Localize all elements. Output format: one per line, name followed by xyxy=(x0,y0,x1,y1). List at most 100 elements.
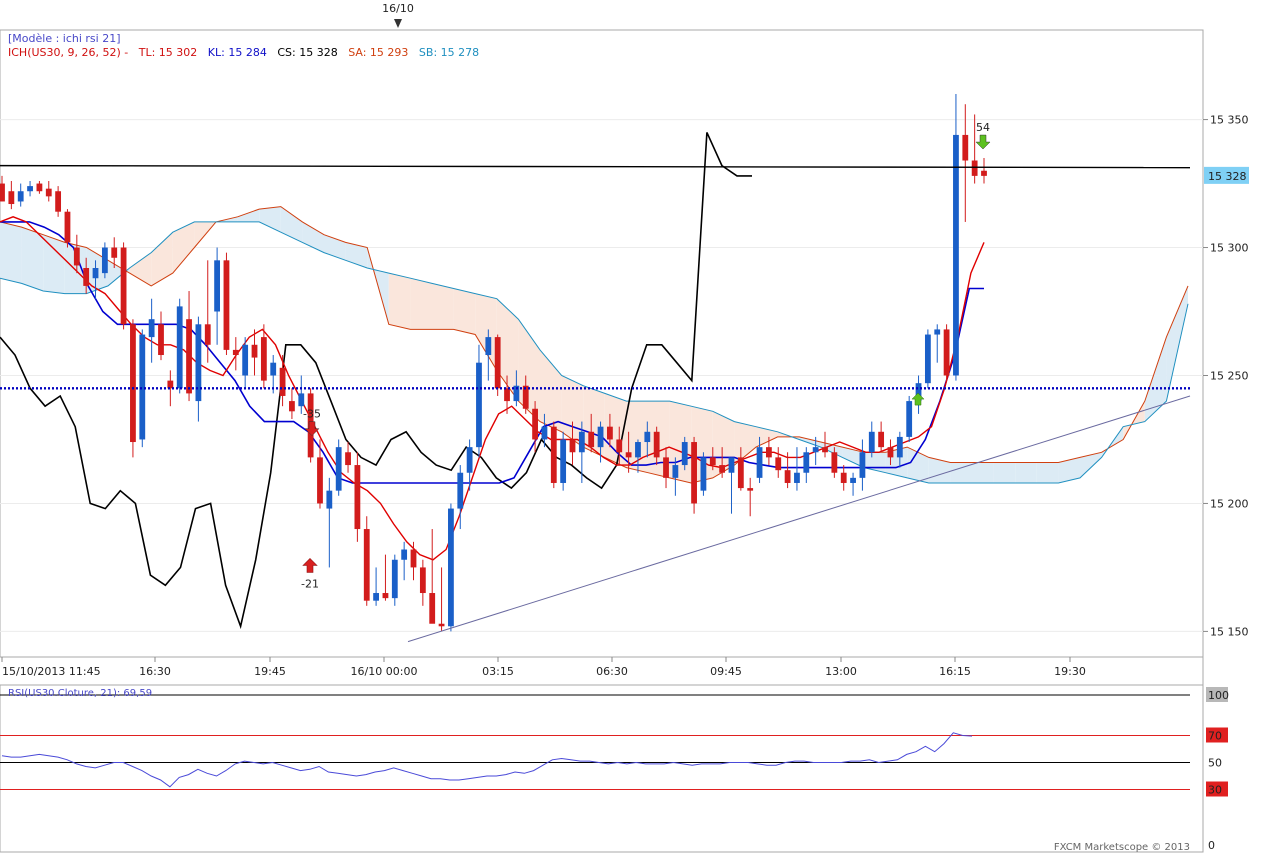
candle-body xyxy=(635,442,641,458)
rsi-panel-border xyxy=(0,684,1204,853)
trend-line xyxy=(407,395,1191,643)
chart-window: -21 -35 54 100 70 50 30 0 15 150 15 200 15 250 15… xyxy=(0,0,1263,854)
cloud-segment xyxy=(259,206,281,233)
candle-body xyxy=(541,426,548,440)
tenkan-legend: TL: 15 302 xyxy=(138,46,198,59)
price-chart[interactable]: -21 -35 54 100 70 50 30 0 15 150 15 200 15 250 15… xyxy=(0,0,1263,854)
date-marker-icon[interactable] xyxy=(394,19,402,28)
cloud-segment xyxy=(410,278,432,330)
cloud-segment xyxy=(1080,452,1102,478)
candle-body xyxy=(55,191,62,212)
cloud-segment xyxy=(453,288,476,335)
price-tick-label: 15 200 xyxy=(1210,497,1249,510)
cloud-segment xyxy=(972,462,994,483)
candle-body xyxy=(195,324,202,402)
candle-body xyxy=(345,452,351,466)
ichimoku-name: ICH(US30, 9, 26, 52) - xyxy=(8,46,128,59)
cloud-segment xyxy=(1015,462,1037,483)
candle-body xyxy=(887,447,894,458)
candle-body xyxy=(242,344,249,376)
date-marker-label: 16/10 xyxy=(382,2,414,15)
price-tick-label: 15 150 xyxy=(1210,625,1249,638)
cloud-segment xyxy=(0,221,22,284)
candle-body xyxy=(64,211,71,243)
time-tick-label: 19:30 xyxy=(1054,665,1086,678)
signal-up-arrow-icon xyxy=(302,558,318,573)
time-tick-label: 03:15 xyxy=(482,665,514,678)
candle-body xyxy=(363,529,370,601)
candle-body xyxy=(653,431,660,458)
rsi-tick-label: 30 xyxy=(1208,784,1222,797)
candle-body xyxy=(45,188,52,197)
candle-body xyxy=(158,324,164,356)
candle-body xyxy=(373,593,379,601)
time-tick-label: 16/10 00:00 xyxy=(351,665,418,678)
candle-body xyxy=(130,324,136,443)
candle-body xyxy=(953,134,959,376)
candle-body xyxy=(794,472,800,483)
signal-down-arrow-icon xyxy=(304,421,320,437)
candle-body xyxy=(83,268,90,286)
rsi-tick-label: 100 xyxy=(1208,689,1229,702)
candle-body xyxy=(597,426,604,448)
candle-body xyxy=(8,191,15,205)
senkou-b-legend: SB: 15 278 xyxy=(419,46,479,59)
candle-body xyxy=(120,247,127,325)
resistance-line xyxy=(0,164,1191,169)
signal-label: 54 xyxy=(976,121,990,134)
cloud-segment xyxy=(172,221,195,274)
candle-body xyxy=(737,457,744,489)
candle-body xyxy=(663,457,669,478)
rsi-line xyxy=(1,732,973,788)
candle-body xyxy=(569,439,576,453)
candle-body xyxy=(204,324,211,345)
candle-body xyxy=(822,447,828,453)
candle-body xyxy=(494,337,501,389)
candle-body xyxy=(840,472,847,483)
price-tick-label: 15 350 xyxy=(1210,114,1249,127)
candle-body xyxy=(92,268,99,279)
signal-arrows: -21 -35 54 xyxy=(301,121,991,590)
candle-body xyxy=(747,488,754,491)
time-tick-label: 13:00 xyxy=(825,665,857,678)
ichimoku-legend: ICH(US30, 9, 26, 52) - TL: 15 302 KL: 15… xyxy=(8,46,479,59)
candle-body xyxy=(709,457,716,466)
candle-body xyxy=(719,465,726,473)
candle-body xyxy=(298,393,305,407)
signal-down-arrow-icon xyxy=(975,134,991,150)
breakout-arrow-icon xyxy=(911,392,925,406)
candle-body xyxy=(476,362,482,448)
candle-body xyxy=(438,623,445,627)
chikou-legend: CS: 15 328 xyxy=(277,46,337,59)
rsi-tick-label: 50 xyxy=(1208,757,1222,770)
rsi-tick-label: 0 xyxy=(1208,839,1215,852)
candle-body xyxy=(756,447,763,478)
candle-body xyxy=(279,367,286,396)
price-tick-label: 15 250 xyxy=(1210,369,1249,382)
cloud-segment xyxy=(43,234,65,294)
candle-body xyxy=(111,247,118,258)
candle-body xyxy=(457,472,464,509)
candle-body xyxy=(550,426,557,483)
candle-body xyxy=(906,401,913,437)
cloud-segment xyxy=(475,293,497,371)
cloud-segment xyxy=(1036,462,1059,483)
candle-body xyxy=(148,319,155,338)
candle-body xyxy=(644,431,651,443)
candle-body xyxy=(232,349,239,356)
cloud-segment xyxy=(151,232,173,286)
candle-body xyxy=(382,593,389,599)
senkou-a-legend: SA: 15 293 xyxy=(348,46,408,59)
signal-label: -35 xyxy=(303,408,321,421)
candle-body xyxy=(971,160,978,176)
candle-body xyxy=(0,183,5,202)
candle-body xyxy=(607,426,613,440)
candle-body xyxy=(700,457,707,491)
candle-body xyxy=(485,337,492,356)
last-price-value: 15 328 xyxy=(1208,170,1247,183)
candle-body xyxy=(335,447,342,491)
time-tick-label: 06:30 xyxy=(596,665,628,678)
rsi-panel: 100 70 50 30 0 xyxy=(0,687,1229,852)
candle-body xyxy=(466,447,473,473)
candle-body xyxy=(214,260,221,312)
